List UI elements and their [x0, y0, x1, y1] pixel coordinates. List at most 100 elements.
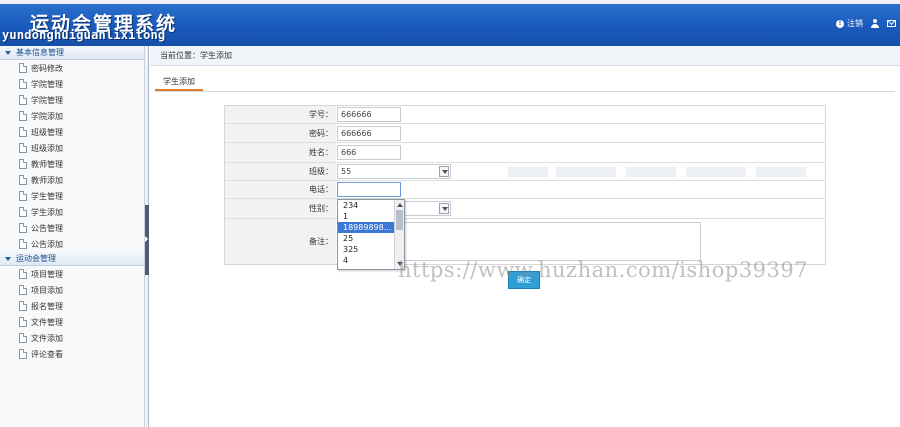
- triangle-down-icon: [5, 256, 11, 261]
- sidebar-item-label: 公告添加: [31, 239, 63, 249]
- sidebar-item-file-add[interactable]: 文件添加: [0, 330, 144, 346]
- blurred-text: [626, 167, 676, 177]
- remark-label: 备注：: [225, 219, 336, 264]
- form-row-password: 密码： 666666: [225, 124, 825, 143]
- phone-input[interactable]: [337, 182, 401, 197]
- document-icon: [19, 349, 27, 359]
- form-row-gender: 性别：: [225, 199, 825, 219]
- form-cell: [336, 199, 825, 218]
- sidebar-item-teacher-manage[interactable]: 教师管理: [0, 156, 144, 172]
- sidebar-item-label: 文件添加: [31, 333, 63, 343]
- document-icon: [19, 301, 27, 311]
- sidebar-item-label: 班级添加: [31, 143, 63, 153]
- class-select[interactable]: 55: [337, 164, 451, 179]
- blurred-text: [508, 167, 548, 177]
- form-cell: [336, 181, 825, 198]
- logout-button[interactable]: ! 注销: [836, 18, 863, 29]
- class-label: 班级：: [225, 163, 336, 180]
- sidebar-item-teacher-add[interactable]: 教师添加: [0, 172, 144, 188]
- sidebar-item-notice-manage[interactable]: 公告管理: [0, 220, 144, 236]
- document-icon: [19, 207, 27, 217]
- document-icon: [19, 79, 27, 89]
- user-button[interactable]: [871, 19, 879, 28]
- password-input[interactable]: 666666: [337, 126, 401, 141]
- sidebar-item-password-change[interactable]: 密码修改: [0, 60, 144, 76]
- sidebar-item-signup-manage[interactable]: 报名管理: [0, 298, 144, 314]
- mail-button[interactable]: [887, 20, 896, 27]
- sidebar-item-label: 教师管理: [31, 159, 63, 169]
- collapse-arrow-icon[interactable]: [145, 236, 148, 242]
- phone-autocomplete-list[interactable]: 234 1 18989898... 25 325 4: [337, 199, 405, 270]
- name-label: 姓名：: [225, 143, 336, 162]
- sidebar-item-file-manage[interactable]: 文件管理: [0, 314, 144, 330]
- chevron-down-icon: [439, 203, 449, 214]
- watermark: https://www.huzhan.com/ishop39397: [398, 258, 809, 282]
- blurred-text: [686, 167, 746, 177]
- header-top-strip: [0, 0, 900, 4]
- sidebar-group-title: 运动会管理: [16, 254, 56, 263]
- scroll-up-icon[interactable]: [397, 203, 403, 207]
- name-input[interactable]: 666: [337, 145, 401, 160]
- document-icon: [19, 143, 27, 153]
- sidebar-item-label: 报名管理: [31, 301, 63, 311]
- password-label: 密码：: [225, 124, 336, 142]
- form-row-name: 姓名： 666: [225, 143, 825, 163]
- form-row-student-id: 学号： 666666: [225, 106, 825, 124]
- sidebar-item-event-manage[interactable]: 项目管理: [0, 266, 144, 282]
- form-cell: 55: [336, 163, 825, 180]
- sidebar-item-college-add[interactable]: 学院添加: [0, 108, 144, 124]
- form-cell: 666666: [336, 124, 825, 142]
- sidebar-item-student-manage[interactable]: 学生管理: [0, 188, 144, 204]
- form-row-phone: 电话：: [225, 181, 825, 199]
- sidebar-item-label: 项目管理: [31, 269, 63, 279]
- sidebar-item-notice-add[interactable]: 公告添加: [0, 236, 144, 252]
- document-icon: [19, 269, 27, 279]
- document-icon: [19, 63, 27, 73]
- tab-student-add[interactable]: 学生添加: [155, 74, 203, 91]
- document-icon: [19, 127, 27, 137]
- sidebar-item-label: 密码修改: [31, 63, 63, 73]
- logout-label: 注销: [847, 19, 863, 28]
- app-header: 运动会管理系统 yundonghuiguanlixitong ! 注销: [0, 0, 900, 46]
- student-id-input[interactable]: 666666: [337, 107, 401, 122]
- document-icon: [19, 317, 27, 327]
- blurred-text: [556, 167, 616, 177]
- sidebar-item-label: 学生添加: [31, 207, 63, 217]
- user-icon: [871, 19, 879, 28]
- scroll-thumb[interactable]: [396, 210, 403, 230]
- app-subtitle: yundonghuiguanlixitong: [2, 28, 166, 42]
- sidebar-item-label: 教师添加: [31, 175, 63, 185]
- triangle-down-icon: [5, 50, 11, 55]
- form-cell: 666: [336, 143, 825, 162]
- info-circle-icon: !: [836, 19, 844, 28]
- sidebar: 基本信息管理 密码修改 学院管理 学院管理 学院添加 班级管理 班级添加 教师管…: [0, 46, 145, 427]
- sidebar-item-class-add[interactable]: 班级添加: [0, 140, 144, 156]
- document-icon: [19, 223, 27, 233]
- sidebar-item-label: 班级管理: [31, 127, 63, 137]
- sidebar-item-comment-view[interactable]: 评论查看: [0, 346, 144, 362]
- sidebar-group-basic-info[interactable]: 基本信息管理: [0, 46, 144, 60]
- header-actions: ! 注销: [836, 18, 896, 29]
- sidebar-item-student-add[interactable]: 学生添加: [0, 204, 144, 220]
- main-content: 当前位置：学生添加 学生添加 学号： 666666 密码： 666666 姓名：…: [150, 46, 900, 427]
- sidebar-item-label: 学院添加: [31, 111, 63, 121]
- gender-label: 性别：: [225, 199, 336, 218]
- sidebar-group-sports-meet[interactable]: 运动会管理: [0, 252, 144, 266]
- document-icon: [19, 239, 27, 249]
- document-icon: [19, 111, 27, 121]
- document-icon: [19, 95, 27, 105]
- class-select-value: 55: [341, 167, 352, 176]
- sidebar-item-label: 学院管理: [31, 79, 63, 89]
- form-row-class: 班级： 55: [225, 163, 825, 181]
- sidebar-group-title: 基本信息管理: [16, 48, 64, 57]
- sidebar-item-class-manage[interactable]: 班级管理: [0, 124, 144, 140]
- sidebar-item-label: 学生管理: [31, 191, 63, 201]
- sidebar-item-college-manage-2[interactable]: 学院管理: [0, 92, 144, 108]
- document-icon: [19, 191, 27, 201]
- sidebar-item-label: 公告管理: [31, 223, 63, 233]
- tab-bar: 学生添加: [155, 70, 895, 92]
- student-id-label: 学号：: [225, 106, 336, 123]
- form-cell: 666666: [336, 106, 825, 123]
- sidebar-item-event-add[interactable]: 项目添加: [0, 282, 144, 298]
- sidebar-item-college-manage[interactable]: 学院管理: [0, 76, 144, 92]
